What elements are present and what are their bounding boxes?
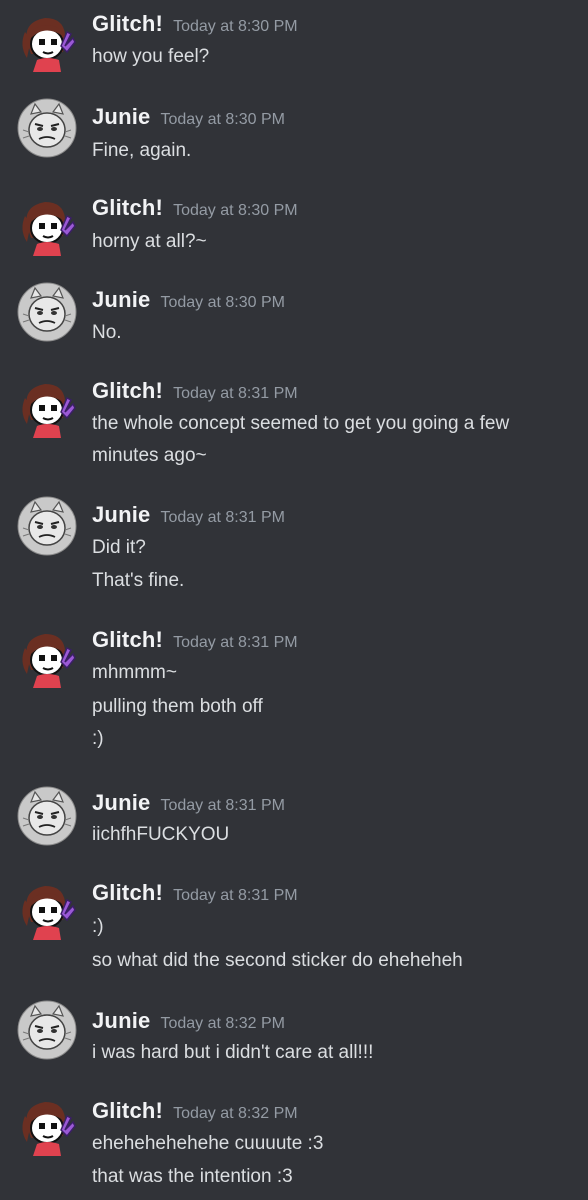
timestamp: Today at 8:32 PM [173,1105,298,1122]
timestamp: Today at 8:31 PM [173,385,298,402]
author-name[interactable]: Glitch! [92,627,163,652]
avatar-junie-icon[interactable] [17,1000,77,1060]
timestamp: Today at 8:32 PM [160,1015,285,1032]
message-text: :) [92,728,104,749]
message-text: so what did the second sticker do eheheh… [92,950,463,971]
chat-message-list: Glitch! Today at 8:30 PM how you feel? Ju… [0,0,588,1200]
author-name[interactable]: Junie [92,287,150,312]
author-name[interactable]: Junie [92,104,150,129]
message-text: mhmmm~ [92,662,177,683]
timestamp: Today at 8:30 PM [160,111,285,128]
message-text: i was hard but i didn't care at all!!! [92,1042,374,1063]
timestamp: Today at 8:31 PM [173,887,298,904]
avatar-glitch-icon[interactable] [17,196,77,256]
author-name[interactable]: Junie [92,790,150,815]
avatar-glitch-icon[interactable] [17,12,77,72]
author-name[interactable]: Glitch! [92,880,163,905]
avatar-glitch-icon[interactable] [17,378,77,438]
message-text: minutes ago~ [92,445,207,466]
timestamp: Today at 8:31 PM [160,797,285,814]
timestamp: Today at 8:31 PM [160,509,285,526]
message-text: how you feel? [92,46,210,67]
author-name[interactable]: Junie [92,502,150,527]
message-text: No. [92,322,122,343]
message-text: iichfhFUCKYOU [92,824,230,845]
author-name[interactable]: Glitch! [92,378,163,403]
avatar-junie-icon[interactable] [17,282,77,342]
message-text: That's fine. [92,570,185,591]
message-text: :) [92,916,104,937]
avatar-glitch-icon[interactable] [17,628,77,688]
avatar-junie-icon[interactable] [17,496,77,556]
message-text: the whole concept seemed to get you goin… [92,413,510,434]
author-name[interactable]: Glitch! [92,11,163,36]
timestamp: Today at 8:30 PM [160,294,285,311]
message-text: Did it? [92,537,146,558]
author-name[interactable]: Glitch! [92,195,163,220]
avatar-junie-icon[interactable] [17,786,77,846]
message-text: that was the intention :3 [92,1166,293,1187]
avatar-glitch-icon[interactable] [17,1096,77,1156]
timestamp: Today at 8:30 PM [173,202,298,219]
message-text: pulling them both off [92,696,263,717]
message-text: Fine, again. [92,140,192,161]
avatar-junie-icon[interactable] [17,98,77,158]
author-name[interactable]: Glitch! [92,1098,163,1123]
timestamp: Today at 8:30 PM [173,18,298,35]
avatar-glitch-icon[interactable] [17,880,77,940]
message-text: ehehehehehehe cuuuute :3 [92,1133,324,1154]
author-name[interactable]: Junie [92,1008,150,1033]
timestamp: Today at 8:31 PM [173,634,298,651]
message-text: horny at all?~ [92,231,207,252]
